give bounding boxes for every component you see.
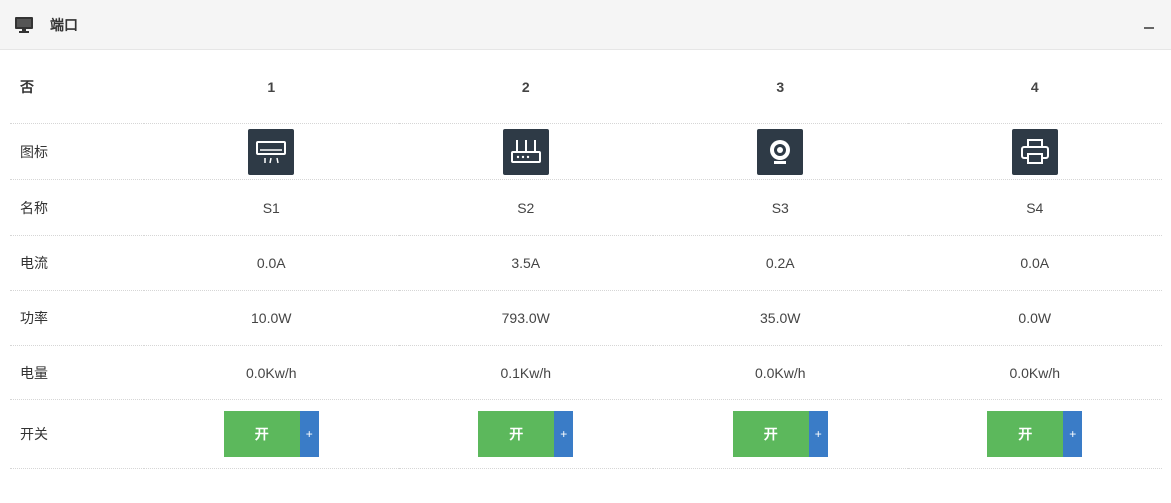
air-conditioner-icon bbox=[248, 128, 295, 175]
switch-group-1: 开 + bbox=[223, 411, 319, 457]
switch-row: 开关 开 + 开 + 开 + 开 + bbox=[10, 399, 1162, 469]
monitor-icon bbox=[12, 13, 36, 37]
switch-toggle-button[interactable]: + bbox=[554, 411, 574, 457]
port-table: 否 1 2 3 4 图标 名称 S1 S2 S3 S4 电流 0.0A 3.5A… bbox=[10, 50, 1162, 469]
port-panel: 端口 否 1 2 3 4 图标 名称 S1 S2 S3 S4 电流 0.0A 3… bbox=[0, 0, 1171, 503]
port-power: 10.0W bbox=[144, 290, 399, 346]
port-energy: 0.0Kw/h bbox=[653, 345, 908, 400]
port-current: 0.0A bbox=[907, 235, 1162, 291]
switch-group-4: 开 + bbox=[987, 411, 1083, 457]
row-label-icon: 图标 bbox=[10, 123, 144, 180]
port-power: 35.0W bbox=[653, 290, 908, 346]
port-current: 0.0A bbox=[144, 235, 399, 291]
port-power: 793.0W bbox=[398, 290, 653, 346]
switch-on-button[interactable]: 开 bbox=[478, 411, 555, 457]
port-name: S3 bbox=[653, 179, 908, 236]
row-label-energy: 电量 bbox=[10, 345, 144, 400]
current-row: 电流 0.0A 3.5A 0.2A 0.0A bbox=[10, 235, 1162, 291]
switch-group-2: 开 + bbox=[478, 411, 574, 457]
port-name: S4 bbox=[907, 179, 1162, 236]
port-energy: 0.1Kw/h bbox=[398, 345, 653, 400]
row-label-name: 名称 bbox=[10, 179, 144, 236]
energy-row: 电量 0.0Kw/h 0.1Kw/h 0.0Kw/h 0.0Kw/h bbox=[10, 345, 1162, 400]
switch-toggle-button[interactable]: + bbox=[1063, 411, 1083, 457]
switch-toggle-button[interactable]: + bbox=[808, 411, 828, 457]
port-energy: 0.0Kw/h bbox=[907, 345, 1162, 400]
port-index: 4 bbox=[907, 50, 1162, 124]
minus-icon bbox=[1144, 27, 1154, 29]
port-current: 0.2A bbox=[653, 235, 908, 291]
printer-icon bbox=[1011, 128, 1058, 175]
port-name: S1 bbox=[144, 179, 399, 236]
panel-header: 端口 bbox=[0, 0, 1171, 50]
panel-title: 端口 bbox=[50, 16, 78, 33]
switch-on-button[interactable]: 开 bbox=[223, 411, 300, 457]
index-row: 否 1 2 3 4 bbox=[10, 50, 1162, 124]
power-row: 功率 10.0W 793.0W 35.0W 0.0W bbox=[10, 290, 1162, 346]
icon-row: 图标 bbox=[10, 123, 1162, 180]
port-power: 0.0W bbox=[907, 290, 1162, 346]
row-label-switch: 开关 bbox=[10, 399, 144, 469]
collapse-button[interactable] bbox=[1141, 16, 1157, 32]
port-index: 3 bbox=[653, 50, 908, 124]
switch-toggle-button[interactable]: + bbox=[299, 411, 319, 457]
router-icon bbox=[502, 128, 549, 175]
port-name: S2 bbox=[398, 179, 653, 236]
row-label-power: 功率 bbox=[10, 290, 144, 346]
switch-group-3: 开 + bbox=[732, 411, 828, 457]
port-index: 2 bbox=[398, 50, 653, 124]
row-label-index: 否 bbox=[10, 50, 144, 124]
port-energy: 0.0Kw/h bbox=[144, 345, 399, 400]
webcam-icon bbox=[757, 128, 804, 175]
port-index: 1 bbox=[144, 50, 399, 124]
switch-on-button[interactable]: 开 bbox=[987, 411, 1064, 457]
port-current: 3.5A bbox=[398, 235, 653, 291]
name-row: 名称 S1 S2 S3 S4 bbox=[10, 179, 1162, 236]
row-label-current: 电流 bbox=[10, 235, 144, 291]
switch-on-button[interactable]: 开 bbox=[732, 411, 809, 457]
